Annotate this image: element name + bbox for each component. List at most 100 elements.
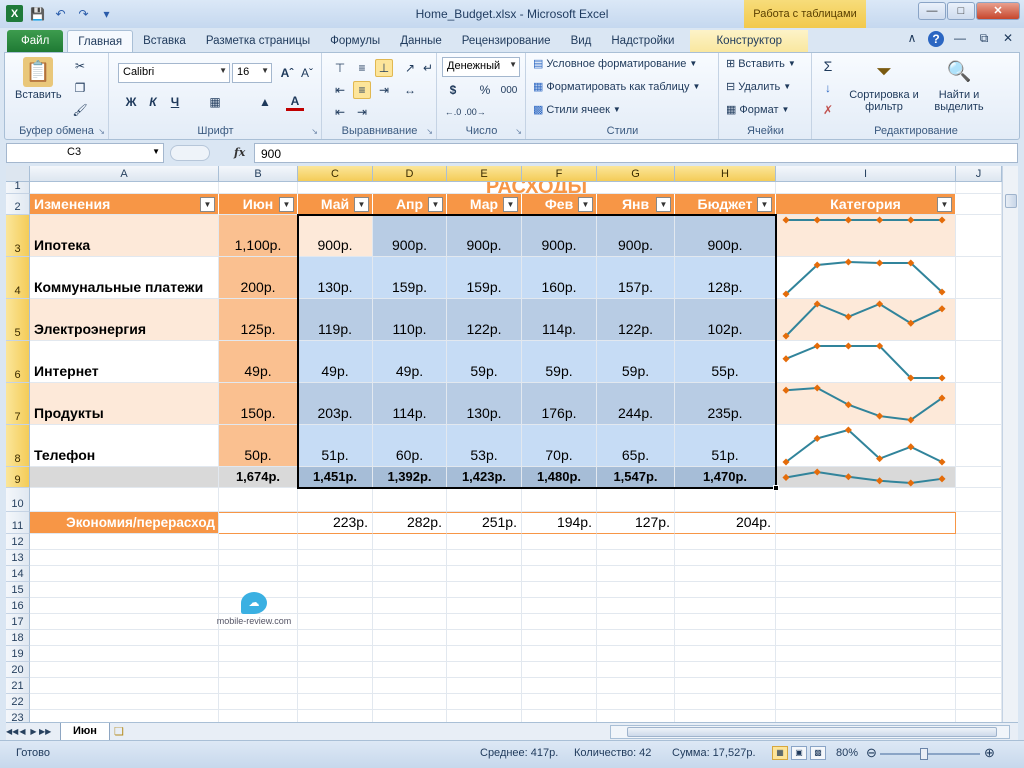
grid-cell[interactable] [956, 383, 1002, 425]
fill-color-icon[interactable]: ▲ [256, 93, 274, 111]
grid-cell[interactable] [298, 678, 373, 694]
total-label-cell[interactable] [30, 467, 219, 488]
grid-cell[interactable] [776, 614, 956, 630]
table-header[interactable]: Изменения ▼ [30, 194, 219, 215]
grid-cell[interactable] [956, 299, 1002, 341]
grid-cell[interactable] [675, 630, 776, 646]
row-header[interactable]: 23 [6, 710, 30, 722]
grid-cell[interactable] [298, 566, 373, 582]
savings-value[interactable]: 127р. [597, 512, 675, 534]
grid-cell[interactable] [447, 550, 522, 566]
grid-cell[interactable] [956, 694, 1002, 710]
grid-cell[interactable] [219, 550, 298, 566]
expense-value[interactable]: 157р. [597, 257, 675, 299]
total-value[interactable]: 1,423р. [447, 467, 522, 488]
vertical-scrollbar[interactable] [1002, 166, 1018, 722]
column-header[interactable]: G [597, 166, 675, 182]
grid-cell[interactable] [776, 488, 956, 512]
sheet-title[interactable]: РАСХОДЫ [298, 182, 776, 194]
grid-cell[interactable] [522, 630, 597, 646]
horizontal-scrollbar[interactable] [610, 725, 1010, 739]
zoom-slider-knob[interactable] [920, 748, 928, 760]
clear-icon[interactable]: ✗ [819, 101, 837, 119]
grid-cell[interactable] [956, 646, 1002, 662]
grid-cell[interactable] [219, 710, 298, 722]
savings-value[interactable]: 194р. [522, 512, 597, 534]
grid-cell[interactable] [956, 257, 1002, 299]
grid-cell[interactable] [776, 646, 956, 662]
percent-button[interactable]: % [476, 81, 494, 99]
column-header[interactable]: I [776, 166, 956, 182]
tab-addins[interactable]: Надстройки [601, 30, 684, 52]
column-header[interactable]: D [373, 166, 447, 182]
expense-value[interactable]: 900р. [597, 215, 675, 257]
grid-cell[interactable] [956, 710, 1002, 722]
grid-cell[interactable] [30, 694, 219, 710]
grid-cell[interactable] [219, 694, 298, 710]
sort-filter-button[interactable]: ⏷ Сортировка и фильтр [849, 57, 919, 113]
expense-value[interactable]: 114р. [522, 299, 597, 341]
table-header[interactable]: Май ▼ [298, 194, 373, 215]
expense-value[interactable]: 49р. [219, 341, 298, 383]
zoom-level[interactable]: 80% [836, 747, 858, 759]
expense-value[interactable]: 122р. [597, 299, 675, 341]
expense-value[interactable]: 49р. [298, 341, 373, 383]
expense-value[interactable]: 1,100р. [219, 215, 298, 257]
column-header[interactable]: H [675, 166, 776, 182]
grid-cell[interactable] [522, 710, 597, 722]
tab-page-layout[interactable]: Разметка страницы [196, 30, 320, 52]
grid-cell[interactable] [597, 550, 675, 566]
launcher-icon[interactable]: ↘ [426, 127, 433, 136]
expense-value[interactable]: 50р. [219, 425, 298, 467]
expense-value[interactable]: 200р. [219, 257, 298, 299]
increase-font-icon[interactable]: Aˆ [278, 64, 296, 82]
decrease-indent-icon[interactable]: ⇤ [331, 103, 349, 121]
tab-insert[interactable]: Вставка [133, 30, 196, 52]
launcher-icon[interactable]: ↘ [515, 127, 522, 136]
grid-cell[interactable] [776, 182, 956, 194]
expense-value[interactable]: 59р. [597, 341, 675, 383]
grid-cell[interactable] [597, 582, 675, 598]
expense-name[interactable]: Коммунальные платежи [30, 257, 219, 299]
grid-cell[interactable] [522, 694, 597, 710]
grid-cell[interactable] [447, 662, 522, 678]
expense-value[interactable]: 53р. [447, 425, 522, 467]
expense-value[interactable]: 59р. [447, 341, 522, 383]
filter-dropdown-icon[interactable]: ▼ [428, 197, 443, 212]
grid-cell[interactable] [219, 662, 298, 678]
grid-cell[interactable] [597, 646, 675, 662]
grid-cell[interactable] [776, 694, 956, 710]
fill-icon[interactable]: ↓ [819, 79, 837, 97]
expense-value[interactable]: 128р. [675, 257, 776, 299]
filter-dropdown-icon[interactable]: ▼ [503, 197, 518, 212]
grid-cell[interactable] [373, 662, 447, 678]
total-value[interactable]: 1,451р. [298, 467, 373, 488]
insert-cells-button[interactable]: ⊞ Вставить ▼ [726, 57, 796, 71]
doc-minimize-icon[interactable]: — [952, 31, 968, 47]
total-value[interactable]: 1,480р. [522, 467, 597, 488]
table-header[interactable]: Категория ▼ [776, 194, 956, 215]
filter-dropdown-icon[interactable]: ▼ [937, 197, 952, 212]
grid-cell[interactable] [447, 488, 522, 512]
grid-cell[interactable] [776, 534, 956, 550]
row-header[interactable]: 21 [6, 678, 30, 694]
expense-value[interactable]: 49р. [373, 341, 447, 383]
minimize-ribbon-icon[interactable]: ∧ [904, 31, 920, 47]
autosum-icon[interactable]: Σ [819, 57, 837, 75]
grid-cell[interactable] [447, 646, 522, 662]
grid-cell[interactable] [30, 662, 219, 678]
row-header[interactable]: 20 [6, 662, 30, 678]
grid-cell[interactable] [373, 694, 447, 710]
grid-cell[interactable] [956, 598, 1002, 614]
grid-cell[interactable] [956, 512, 1002, 534]
grid-cell[interactable] [30, 488, 219, 512]
total-value[interactable]: 1,674р. [219, 467, 298, 488]
grid-cell[interactable] [30, 614, 219, 630]
font-color-icon[interactable]: A [286, 93, 304, 111]
filter-dropdown-icon[interactable]: ▼ [578, 197, 593, 212]
row-header[interactable]: 8 [6, 425, 30, 467]
grid-cell[interactable] [956, 425, 1002, 467]
grid-cell[interactable] [597, 614, 675, 630]
grid-cell[interactable] [956, 341, 1002, 383]
column-header[interactable]: C [298, 166, 373, 182]
